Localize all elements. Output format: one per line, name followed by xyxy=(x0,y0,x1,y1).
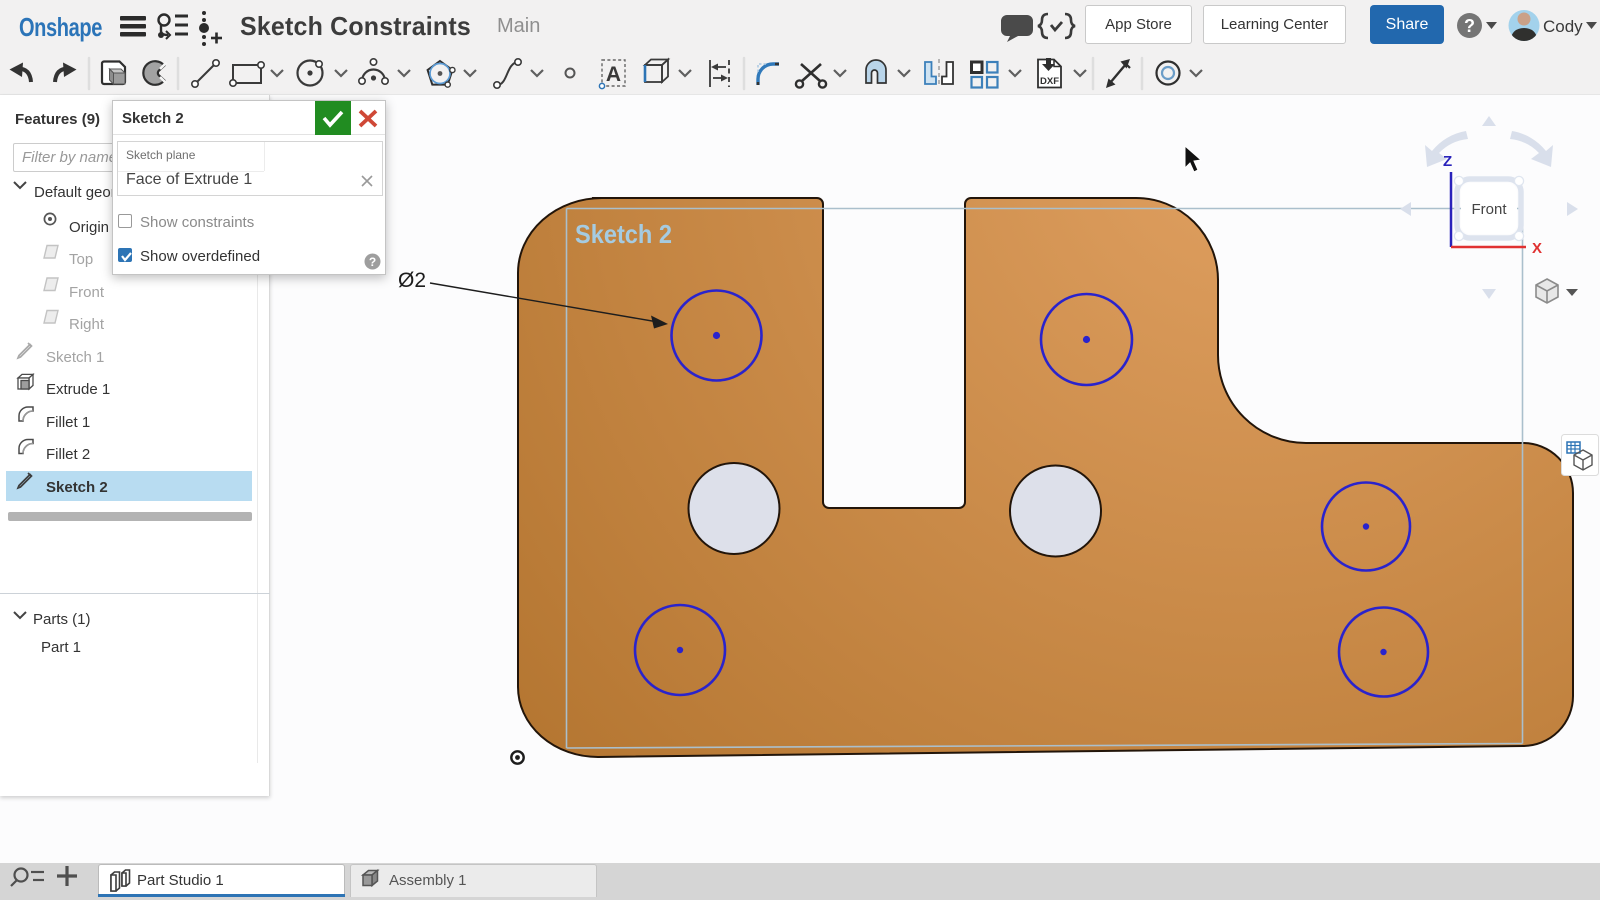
svg-text:?: ? xyxy=(369,255,376,269)
svg-text:Cody: Cody xyxy=(1543,17,1583,36)
svg-text:Z: Z xyxy=(1443,153,1452,170)
svg-text:Front: Front xyxy=(1471,201,1507,218)
svg-text:?: ? xyxy=(1464,16,1475,36)
svg-text:Sketch 2: Sketch 2 xyxy=(575,219,672,249)
svg-text:X: X xyxy=(1532,240,1542,257)
svg-text:DXF: DXF xyxy=(1040,76,1059,87)
svg-text:Ø2: Ø2 xyxy=(398,269,426,292)
svg-text:A: A xyxy=(606,63,621,86)
